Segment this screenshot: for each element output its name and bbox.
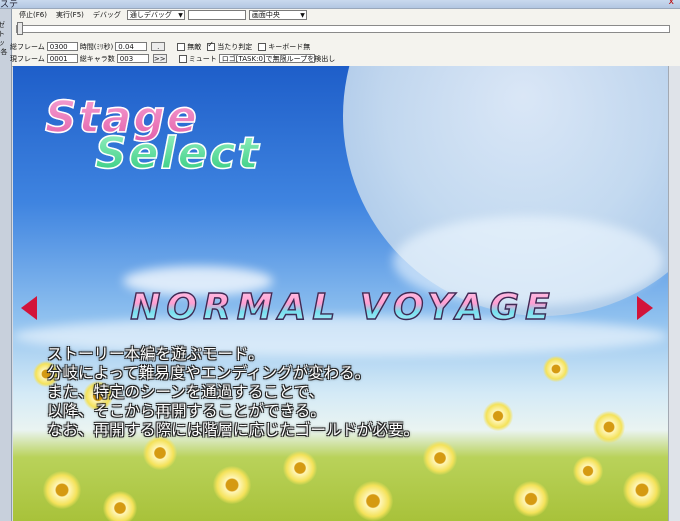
- time-input[interactable]: 0.04: [115, 42, 148, 51]
- mute-checkbox[interactable]: [178, 54, 187, 63]
- flower: [353, 481, 393, 521]
- chevron-down-icon: ▼: [300, 11, 305, 19]
- description-line: なお、再開する際には階層に応じたゴールドが必要。: [47, 421, 420, 439]
- loop-detect-field[interactable]: ロゴ[TASK:0]で無限ループを検出し: [218, 54, 335, 63]
- debug-panel: 停止(F6) 実行(F5) デバッグ 通しデバッグ ▼ 画面中央 ▼ 総フレーム…: [10, 9, 680, 67]
- strip-text: ト: [0, 30, 5, 38]
- next-mode-arrow-icon[interactable]: [637, 296, 653, 320]
- mode-description: ストーリー本編を遊ぶモード。 分岐によって難易度やエンディングが変わる。 また、…: [47, 345, 419, 440]
- keyboard-option[interactable]: キーボード無: [258, 42, 310, 52]
- close-icon[interactable]: x: [669, 0, 674, 7]
- flower: [543, 356, 569, 382]
- keyboard-checkbox[interactable]: [258, 42, 267, 51]
- flower: [213, 466, 251, 504]
- current-frame-input[interactable]: 0001: [46, 54, 78, 63]
- previous-mode-arrow-icon[interactable]: [21, 296, 37, 320]
- blank-field[interactable]: [187, 10, 246, 20]
- run-button[interactable]: 実行(F5): [53, 10, 87, 20]
- mute-option[interactable]: ミュート: [178, 54, 217, 64]
- mode-title: NORMAL VOYAGE: [53, 286, 633, 328]
- background-window-strip: ゼ ト ッ -各: [0, 9, 12, 521]
- description-line: 以降、そこから再開することができる。: [47, 402, 326, 420]
- dot-button[interactable]: .: [151, 42, 166, 51]
- flower: [623, 471, 661, 509]
- total-frames-input[interactable]: 0300: [46, 42, 78, 51]
- option-row-2: ミュート ロゴ[TASK:0]で無限ループを検出し: [178, 54, 335, 64]
- invincible-label: 無敵: [187, 42, 202, 51]
- flower: [43, 471, 81, 509]
- view-position-select[interactable]: 画面中央 ▼: [248, 10, 307, 20]
- total-chars-input[interactable]: 003: [116, 54, 149, 63]
- chevron-down-icon: ▼: [178, 11, 183, 19]
- hitbox-option[interactable]: 当たり判定: [207, 40, 253, 52]
- game-screen: Stage Select NORMAL VOYAGE ストーリー本編を遊ぶモード…: [13, 66, 668, 521]
- debug-mode-select[interactable]: 通しデバッグ ▼: [126, 10, 185, 20]
- view-position-value: 画面中央: [251, 11, 280, 19]
- toolbar-row: 停止(F6) 実行(F5) デバッグ 通しデバッグ ▼ 画面中央 ▼: [16, 9, 310, 21]
- window-titlebar: ステ x: [0, 0, 680, 10]
- flower: [513, 481, 549, 517]
- time-label: 時間(ﾐﾘ秒): [79, 42, 114, 51]
- flower: [143, 436, 177, 470]
- flower: [593, 411, 625, 443]
- field-row-2: 現フレーム 0001 総キャラ数 003 >> ミュート ロゴ[TASK:0]で…: [10, 53, 335, 64]
- option-row-1: 無敵 当たり判定 キーボード無: [177, 40, 316, 52]
- total-frames-label: 総フレーム: [10, 42, 45, 51]
- debug-mode-value: 通しデバッグ: [129, 11, 172, 19]
- description-line: また、特定のシーンを通過することで、: [47, 383, 325, 401]
- description-line: 分岐によって難易度やエンディングが変わる。: [47, 364, 371, 382]
- flower: [573, 456, 603, 486]
- flower: [483, 401, 513, 431]
- debug-label: デバッグ: [92, 11, 121, 19]
- stop-button[interactable]: 停止(F6): [16, 10, 50, 20]
- hitbox-label: 当たり判定: [217, 42, 253, 51]
- field-row-1: 総フレーム 0300 時間(ﾐﾘ秒) 0.04 . 無敵 当たり判定 キーボード…: [10, 40, 316, 52]
- mute-label: ミュート: [188, 54, 217, 63]
- flower: [283, 451, 317, 485]
- flower: [103, 491, 137, 521]
- description-line: ストーリー本編を遊ぶモード。: [47, 345, 264, 363]
- flower: [423, 441, 457, 475]
- invincible-checkbox[interactable]: [177, 42, 186, 51]
- select-title-word: Select: [94, 127, 261, 180]
- total-chars-label: 総キャラ数: [79, 54, 115, 63]
- invincible-option[interactable]: 無敵: [177, 42, 201, 52]
- frame-slider-track[interactable]: [16, 25, 670, 33]
- forward-button[interactable]: >>: [152, 54, 167, 63]
- vertical-scrollbar[interactable]: [668, 66, 680, 521]
- keyboard-label: キーボード無: [268, 42, 311, 51]
- current-frame-label: 現フレーム: [10, 54, 45, 63]
- hitbox-checkbox[interactable]: [207, 40, 216, 51]
- frame-slider-thumb[interactable]: [17, 22, 23, 35]
- strip-text: ゼ: [0, 21, 5, 29]
